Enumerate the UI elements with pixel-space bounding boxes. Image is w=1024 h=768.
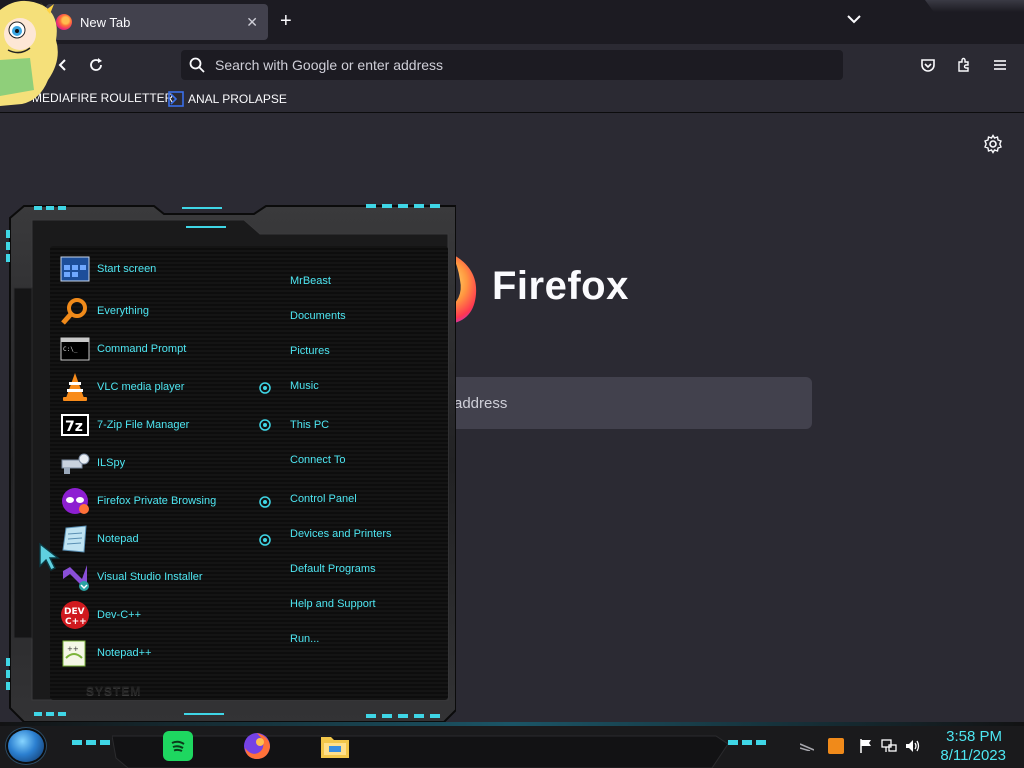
program-notepadpp[interactable]: ++ Notepad++: [60, 638, 151, 668]
newtab-search-box[interactable]: address: [420, 377, 812, 429]
program-dev-cpp[interactable]: DEV C++ Dev-C++: [60, 600, 141, 630]
program-visual-studio-installer[interactable]: Visual Studio Installer: [60, 562, 203, 592]
settings-gear-icon[interactable]: [983, 134, 1003, 154]
notepadpp-icon: ++: [60, 638, 90, 668]
program-notepad[interactable]: Notepad: [60, 524, 139, 554]
tab-title: New Tab: [80, 14, 131, 30]
program-label: Firefox Private Browsing: [97, 495, 217, 507]
taskbar-accent-left: [72, 740, 110, 745]
program-start-screen[interactable]: Start screen: [60, 254, 156, 284]
place-music[interactable]: Music: [290, 380, 319, 392]
svg-text:C:\_: C:\_: [63, 346, 78, 353]
program-everything[interactable]: Everything: [60, 296, 149, 326]
program-label: Start screen: [97, 263, 157, 275]
newtab-search-placeholder: address: [454, 394, 508, 412]
program-ilspy[interactable]: ILSpy: [60, 448, 125, 478]
taskbar-dock: [112, 735, 728, 768]
program-label: ILSpy: [97, 457, 126, 469]
program-vlc[interactable]: VLC media player: [60, 372, 184, 402]
place-default-programs[interactable]: Default Programs: [290, 563, 376, 575]
start-screen-icon: [60, 254, 90, 284]
firefox-icon[interactable]: [242, 731, 272, 761]
vlc-cone-icon: [60, 372, 90, 402]
taskbar-glow: [0, 722, 1024, 726]
program-label: VLC media player: [97, 381, 185, 393]
network-icon[interactable]: [881, 738, 897, 754]
taskbar-accent-right: [728, 740, 766, 745]
tab-strip: New Tab ✕ +: [0, 0, 1024, 44]
command-prompt-icon: C:\_: [60, 334, 90, 364]
pocket-icon: [921, 59, 935, 72]
extensions-button[interactable]: [953, 54, 975, 76]
place-help-and-support[interactable]: Help and Support: [290, 598, 376, 610]
clock-time[interactable]: 3:58 PM: [942, 728, 1002, 745]
extensions-icon: [958, 57, 969, 72]
svg-text:C++: C++: [65, 617, 87, 627]
action-center-flag-icon[interactable]: [858, 738, 874, 754]
submenu-arrow-icon[interactable]: [259, 534, 271, 546]
svg-text:7z: 7z: [65, 419, 83, 435]
program-label: Visual Studio Installer: [97, 571, 203, 583]
everything-search-icon: [60, 296, 90, 326]
start-orb-button[interactable]: [8, 730, 44, 762]
firefox-private-icon: [60, 486, 90, 516]
program-label: Dev-C++: [97, 609, 142, 621]
spotify-icon[interactable]: [163, 731, 193, 761]
file-explorer-icon[interactable]: [320, 731, 350, 761]
place-connect-to[interactable]: Connect To: [290, 454, 345, 466]
notepad-icon: [60, 524, 90, 554]
reload-button[interactable]: [85, 54, 107, 76]
app-menu-button[interactable]: [989, 54, 1011, 76]
svg-text:DEV: DEV: [64, 607, 85, 617]
place-devices-and-printers[interactable]: Devices and Printers: [290, 528, 392, 540]
window-frame-decoration: [925, 0, 1024, 12]
program-firefox-private[interactable]: Firefox Private Browsing: [60, 486, 216, 516]
address-bar-placeholder: Search with Google or enter address: [215, 57, 444, 73]
program-command-prompt[interactable]: C:\_ Command Prompt: [60, 334, 186, 364]
place-mrbeast[interactable]: MrBeast: [290, 275, 331, 287]
navigation-toolbar: Search with Google or enter address: [0, 44, 1024, 86]
7zip-icon: 7z: [60, 410, 90, 440]
sublime-text-icon[interactable]: [828, 738, 844, 754]
bookmark-anal-prolapse[interactable]: ANAL PROLAPSE: [168, 91, 287, 107]
volume-icon[interactable]: [904, 738, 920, 754]
visual-studio-installer-icon: [60, 562, 90, 592]
bookmark-favicon-icon: [168, 91, 184, 107]
new-tab-button[interactable]: +: [280, 10, 292, 32]
bookmarks-toolbar: MEDIAFIRE ROULETTER ANAL PROLAPSE: [0, 86, 1024, 113]
system-label: SYSTEM: [86, 684, 142, 698]
show-hidden-icons-icon[interactable]: [800, 741, 814, 751]
dev-cpp-icon: DEV C++: [60, 600, 90, 630]
clock-date[interactable]: 8/11/2023: [934, 747, 1006, 764]
chevron-down-icon[interactable]: [845, 12, 863, 26]
submenu-arrow-icon[interactable]: [259, 382, 271, 394]
place-pictures[interactable]: Pictures: [290, 345, 330, 357]
firefox-wordmark: Firefox: [492, 264, 629, 308]
program-label: Command Prompt: [97, 343, 187, 355]
cartoon-character-sticker: [0, 0, 58, 107]
tab-close-icon[interactable]: ✕: [246, 14, 258, 31]
program-label: Notepad: [97, 533, 139, 545]
address-bar[interactable]: Search with Google or enter address: [181, 50, 843, 80]
place-documents[interactable]: Documents: [290, 310, 346, 322]
svg-text:++: ++: [67, 645, 79, 653]
ilspy-icon: [60, 448, 90, 478]
program-label: Notepad++: [97, 647, 152, 659]
place-this-pc[interactable]: This PC: [290, 419, 329, 431]
submenu-arrow-icon[interactable]: [259, 419, 271, 431]
pocket-button[interactable]: [917, 54, 939, 76]
mouse-cursor-icon: [39, 542, 60, 571]
start-menu: Start screen Everything C:\_ Command Pro…: [4, 200, 456, 722]
menu-icon: [994, 60, 1006, 70]
program-7zip[interactable]: 7z 7-Zip File Manager: [60, 410, 189, 440]
submenu-arrow-icon[interactable]: [259, 496, 271, 508]
reload-icon: [90, 58, 102, 71]
place-control-panel[interactable]: Control Panel: [290, 493, 357, 505]
search-icon: [189, 57, 205, 73]
program-label: Everything: [97, 305, 149, 317]
program-label: 7-Zip File Manager: [97, 419, 190, 431]
tab-new-tab[interactable]: New Tab ✕: [46, 4, 268, 40]
bookmark-label: ANAL PROLAPSE: [188, 92, 287, 106]
place-run[interactable]: Run...: [290, 633, 319, 645]
